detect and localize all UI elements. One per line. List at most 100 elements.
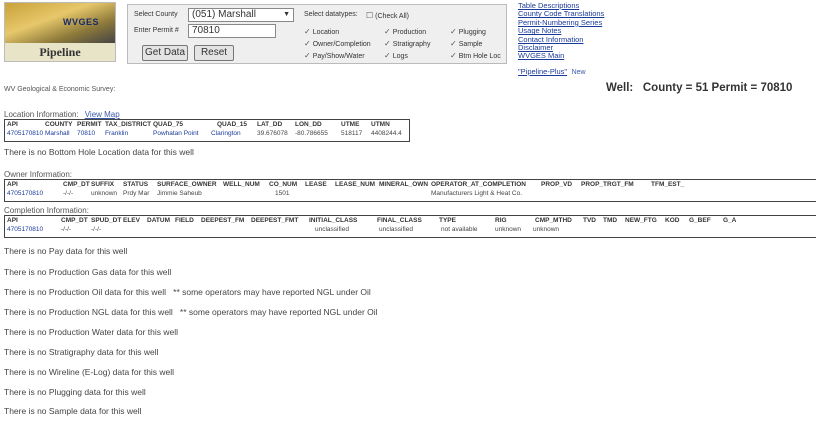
check-production[interactable]: ✓ Production [384, 27, 426, 36]
check-production-label: Production [392, 29, 427, 36]
link-pipeline-plus[interactable]: "Pipeline-Plus" [518, 67, 567, 76]
no-sample-message: There is no Sample data for this well [4, 406, 142, 416]
table-cell: unknown [533, 226, 560, 233]
completion-section-title: Completion Information: [4, 206, 89, 215]
no-water-message: There is no Production Water data for th… [4, 327, 179, 337]
no-stratigraphy-message: There is no Stratigraphy data for this w… [4, 347, 159, 357]
table-header: TMD [603, 217, 618, 224]
table-cell: unknown [495, 226, 522, 233]
check-strat-label: Stratigraphy [392, 41, 431, 48]
table-cell: -80.786655 [295, 130, 328, 137]
table-header: LON_DD [295, 121, 322, 128]
table-header: MINERAL_OWN [379, 181, 429, 188]
checkmark-icon: ✓ [304, 39, 311, 48]
table-cell: unclassified [315, 226, 349, 233]
permit-label: Enter Permit # [134, 27, 179, 34]
check-pay-show-water[interactable]: ✓ Pay/Show/Water [304, 51, 365, 60]
table-header: API [7, 121, 18, 128]
check-owner-completion[interactable]: ✓ Owner/Completion [304, 39, 371, 48]
table-cell: -/-/- [61, 226, 72, 233]
view-map-link[interactable]: View Map [85, 110, 120, 119]
link-wvges-main[interactable]: WVGES Main [518, 52, 678, 61]
table-cell: Clarington [211, 130, 241, 137]
table-header: RIG [495, 217, 507, 224]
location-section-title: Location Information: View Map [4, 110, 120, 119]
table-cell: 518117 [341, 130, 363, 137]
table-header: SUFFIX [91, 181, 115, 188]
table-header: G_A [723, 217, 737, 224]
table-header: CMP_DT [63, 181, 90, 188]
check-logs[interactable]: ✓ Logs [384, 51, 408, 60]
no-plugging-message: There is no Plugging data for this well [4, 387, 146, 397]
table-cell: unclassified [379, 226, 413, 233]
table-header: DEEPEST_FMT [251, 217, 299, 224]
table-header: COUNTY [45, 121, 73, 128]
query-panel: Select County (051) Marshall ▼ Enter Per… [127, 4, 507, 64]
new-badge: New [571, 68, 586, 76]
check-sample[interactable]: ✓ Sample [450, 39, 482, 48]
table-cell: Prdy Mar [123, 190, 150, 197]
checkmark-icon: ✓ [384, 39, 391, 48]
no-pay-message: There is no Pay data for this well [4, 246, 128, 256]
check-plugging-label: Plugging [458, 29, 486, 36]
table-header: CMP_DT [61, 217, 88, 224]
table-cell: 1501 [275, 190, 290, 197]
logo-wvges-text: WVGES [63, 17, 100, 27]
owner-section-title: Owner Information: [4, 170, 73, 179]
table-header: G_BEF [689, 217, 711, 224]
table-header: DEEPEST_FM [201, 217, 245, 224]
table-header: PROP_VD [541, 181, 573, 188]
check-sample-label: Sample [458, 41, 483, 48]
table-header: QUAD_75 [153, 121, 183, 128]
table-header: WELL_NUM [223, 181, 260, 188]
table-cell: not available [441, 226, 478, 233]
table-cell: -/-/- [91, 226, 102, 233]
table-header: FIELD [175, 217, 194, 224]
table-cell: Jimmie Saheub [157, 190, 202, 197]
table-header: API [7, 217, 18, 224]
check-plugging[interactable]: ✓ Plugging [450, 27, 486, 36]
check-stratigraphy[interactable]: ✓ Stratigraphy [384, 39, 430, 48]
no-ngl-message: There is no Production NGL data for this… [4, 307, 378, 317]
app-title: Pipeline [39, 45, 81, 59]
table-header: SPUD_DT [91, 217, 122, 224]
well-title: Well: County = 51 Permit = 70810 [606, 82, 792, 94]
pipeline-logo: WVGES Pipeline [4, 2, 116, 62]
table-header: LAT_DD [257, 121, 283, 128]
table-header: LEASE [305, 181, 327, 188]
table-cell: Manufacturers Light & Heat Co. [431, 190, 523, 197]
reset-button[interactable]: Reset [194, 45, 234, 61]
check-all-label: (Check All) [375, 13, 410, 20]
table-header: API [7, 181, 18, 188]
table-cell: 4408244.4 [371, 130, 402, 137]
permit-input[interactable]: 70810 [188, 24, 276, 38]
checkmark-icon: ✓ [450, 51, 457, 60]
select-county-label: Select County [134, 11, 178, 18]
check-location[interactable]: ✓ Location [304, 27, 339, 36]
checkmark-icon: ✓ [450, 39, 457, 48]
datatypes-label: Select datatypes: [304, 11, 358, 18]
table-header: TAX_DISTRICT [105, 121, 152, 128]
check-owner-label: Owner/Completion [312, 41, 371, 48]
checkmark-icon: ✓ [304, 51, 311, 60]
check-all-toggle[interactable]: ☐ (Check All) [366, 11, 409, 20]
no-oil-message: There is no Production Oil data for this… [4, 287, 371, 297]
table-header: UTMN [371, 121, 390, 128]
table-cell: Powhatan Point [153, 130, 199, 137]
check-logs-label: Logs [392, 53, 408, 60]
table-header: CO_NUM [269, 181, 298, 188]
checkmark-icon: ✓ [304, 27, 311, 36]
no-wireline-message: There is no Wireline (E-Log) data for th… [4, 367, 175, 377]
org-name: WV Geological & Economic Survey: [4, 86, 116, 93]
table-header: LEASE_NUM [335, 181, 376, 188]
table-cell: Franklin [105, 130, 129, 137]
check-btm-hole-loc[interactable]: ✓ Btm Hole Loc [450, 51, 501, 60]
location-table: API COUNTY PERMIT TAX_DISTRICT QUAD_75 Q… [4, 119, 410, 142]
get-data-button[interactable]: Get Data [142, 45, 188, 61]
table-header: CMP_MTHD [535, 217, 572, 224]
county-select[interactable]: (051) Marshall ▼ [188, 8, 294, 22]
table-header: PROP_TRGT_FM [581, 181, 634, 188]
completion-table: API CMP_DT SPUD_DT ELEV DATUM FIELD DEEP… [4, 215, 816, 238]
checkmark-icon: ✓ [450, 27, 457, 36]
table-header: ELEV [123, 217, 140, 224]
